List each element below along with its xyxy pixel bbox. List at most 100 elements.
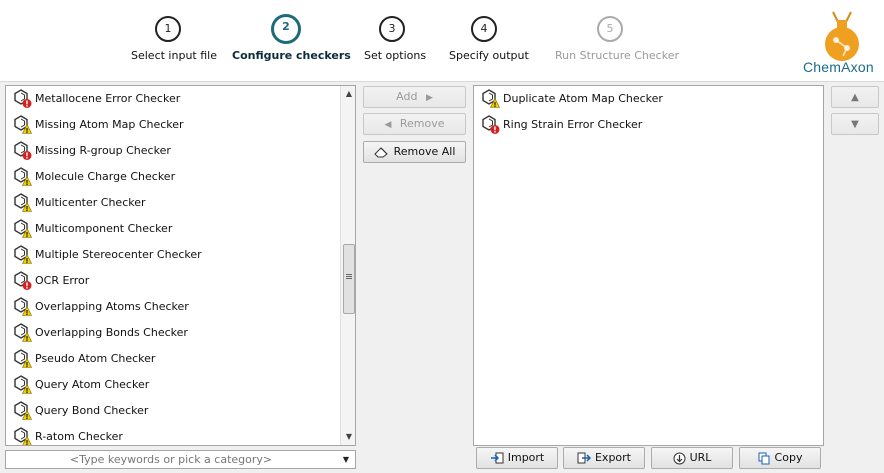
available-list-scrollbar[interactable]: ▲ ▼ [340,86,355,445]
step-label: Set options [364,49,427,62]
remove-all-button-label: Remove All [393,145,456,158]
checker-warning-icon: ! [482,89,500,109]
import-button-label: Import [507,451,545,464]
checker-list-item[interactable]: ! Pseudo Atom Checker [11,347,331,371]
checker-list-item[interactable]: ! Query Atom Checker [11,373,331,397]
checker-list-item[interactable]: ! Multicomponent Checker [11,217,331,241]
checker-name: Ring Strain Error Checker [503,118,643,131]
checker-list-item[interactable]: ! Overlapping Atoms Checker [11,295,331,319]
checker-warning-icon: ! [14,219,32,239]
checker-name: Pseudo Atom Checker [35,352,156,365]
checker-list-item[interactable]: ! Missing R-group Checker [11,139,331,163]
checker-error-icon: ! [14,271,32,291]
remove-all-button[interactable]: Remove All [363,141,466,163]
svg-text:!: ! [25,335,28,343]
checker-list-item[interactable]: ! Multicenter Checker [11,191,331,215]
import-icon [490,452,504,464]
checker-warning-icon: ! [14,193,32,213]
svg-text:!: ! [493,126,497,135]
svg-text:!: ! [25,361,28,369]
svg-text:!: ! [25,413,28,421]
copy-icon [758,452,770,464]
checker-list-item[interactable]: ! Multiple Stereocenter Checker [11,243,331,267]
arrow-up-icon: ▲ [851,92,859,103]
checker-name: Overlapping Bonds Checker [35,326,188,339]
checker-name: Query Bond Checker [35,404,149,417]
svg-text:!: ! [25,179,28,187]
url-button[interactable]: URL [651,447,733,469]
checker-warning-icon: ! [14,401,32,421]
svg-text:!: ! [25,257,28,265]
export-button-label: Export [594,451,631,464]
dropdown-arrow-icon[interactable]: ▼ [339,451,353,468]
checker-warning-icon: ! [14,167,32,187]
checker-name: Missing R-group Checker [35,144,171,157]
svg-text:!: ! [25,205,28,213]
svg-text:!: ! [25,439,28,446]
move-up-button[interactable]: ▲ [831,86,879,108]
checker-list-item[interactable]: ! R-atom Checker [11,425,331,446]
checker-name: Overlapping Atoms Checker [35,300,189,313]
checker-name: Metallocene Error Checker [35,92,181,105]
checker-error-icon: ! [14,141,32,161]
svg-text:!: ! [493,101,496,109]
import-button[interactable]: Import [476,447,558,469]
download-circle-icon [673,452,686,464]
selected-checkers-list[interactable]: ! Duplicate Atom Map Checker! Ring Strain … [473,85,824,446]
svg-text:!: ! [25,309,28,317]
url-button-label: URL [689,451,712,464]
step-label: Select input file [131,49,217,62]
svg-text:!: ! [25,127,28,135]
checker-name: Multicenter Checker [35,196,146,209]
scroll-down-arrow-icon[interactable]: ▼ [341,429,355,445]
step-number: 5 [597,16,623,42]
step-number: 1 [155,16,181,42]
checker-warning-icon: ! [14,115,32,135]
checker-list-item[interactable]: ! Molecule Charge Checker [11,165,331,189]
checker-list-item[interactable]: ! Missing Atom Map Checker [11,113,331,137]
remove-button-label: Remove [399,117,445,130]
checker-list-item[interactable]: ! Overlapping Bonds Checker [11,321,331,345]
add-button-label: Add [396,90,418,103]
brand-name: ChemAxon [803,59,874,75]
svg-text:!: ! [25,152,29,161]
checker-warning-icon: ! [14,323,32,343]
step-number: 2 [271,14,301,44]
checker-name: Multiple Stereocenter Checker [35,248,202,261]
checker-error-icon: ! [482,115,500,135]
svg-text:!: ! [25,231,28,239]
checker-list-item[interactable]: ! Metallocene Error Checker [11,87,331,111]
checker-list-item[interactable]: ! Query Bond Checker [11,399,331,423]
svg-text:!: ! [25,100,29,109]
remove-button[interactable]: ◀ Remove [363,113,466,135]
checker-list-item[interactable]: ! Ring Strain Error Checker [479,113,799,137]
checker-name: Molecule Charge Checker [35,170,176,183]
add-button[interactable]: Add ▶ [363,86,466,108]
checker-list-item[interactable]: ! OCR Error [11,269,331,293]
scroll-up-arrow-icon[interactable]: ▲ [341,86,355,102]
checker-name: Duplicate Atom Map Checker [503,92,663,105]
checker-name: Multicomponent Checker [35,222,173,235]
checker-list-item[interactable]: ! Duplicate Atom Map Checker [479,87,799,111]
available-checkers-list[interactable]: ! Metallocene Error Checker! Missing Atom … [5,85,356,446]
step-number: 3 [379,16,405,42]
arrow-left-icon: ◀ [384,120,392,130]
move-down-button[interactable]: ▼ [831,113,879,135]
svg-text:!: ! [25,282,29,291]
export-icon [577,452,591,464]
checker-warning-icon: ! [14,297,32,317]
step-label: Run Structure Checker [555,49,679,62]
checker-name: OCR Error [35,274,90,287]
checker-warning-icon: ! [14,375,32,395]
search-combobox[interactable]: ▼ [5,450,356,469]
step-label: Configure checkers [232,49,351,62]
checker-warning-icon: ! [14,349,32,369]
checker-name: Missing Atom Map Checker [35,118,184,131]
scrollbar-thumb[interactable] [343,244,355,314]
search-input[interactable] [6,451,336,468]
export-button[interactable]: Export [563,447,645,469]
copy-button-label: Copy [774,451,803,464]
copy-button[interactable]: Copy [739,447,821,469]
checker-name: R-atom Checker [35,430,123,443]
eraser-icon [373,147,388,158]
